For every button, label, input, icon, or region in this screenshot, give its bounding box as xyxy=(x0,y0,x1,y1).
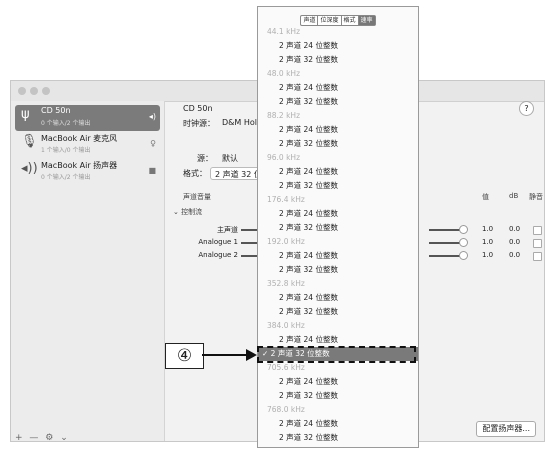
tab-format[interactable]: 格式 xyxy=(342,16,359,25)
sample-rate-header: 48.0 kHz xyxy=(267,69,301,78)
device-name: MacBook Air 扬声器 xyxy=(41,161,118,170)
sample-rate-header: 44.1 kHz xyxy=(267,27,301,36)
volume-slider-track[interactable] xyxy=(429,242,461,244)
device-io: 0 个输入/2 个输出 xyxy=(41,120,91,127)
sample-rate-header: 352.8 kHz xyxy=(267,279,305,288)
sample-rate-header: 768.0 kHz xyxy=(267,405,305,414)
db-header: dB xyxy=(509,192,519,200)
format-option[interactable]: 2 声道 32 位整数 xyxy=(258,137,418,151)
tab-bit-depth[interactable]: 位深度 xyxy=(318,16,342,25)
callout-arrow-icon xyxy=(246,349,257,361)
volume-header: 声道音量 xyxy=(183,193,211,201)
format-option[interactable]: 2 声道 32 位整数 xyxy=(258,53,418,67)
format-option[interactable]: 2 声道 32 位整数 xyxy=(258,179,418,193)
channel-db: 0.0 xyxy=(509,225,521,233)
device-item-cd50n[interactable]: ψ CD 50n 0 个输入/2 个输出 ◂) xyxy=(15,105,160,131)
channel-label: 主声道 xyxy=(217,226,238,234)
channel-db: 0.0 xyxy=(509,251,521,259)
sample-rate-header: 705.6 kHz xyxy=(267,363,305,372)
mute-checkbox[interactable] xyxy=(533,252,542,261)
channel-value: 1.0 xyxy=(482,238,494,246)
menu-sort-tabs: 声道 位深度 格式 速率 xyxy=(258,7,418,26)
format-option[interactable]: 2 声道 24 位整数 xyxy=(258,81,418,95)
volume-slider-knob[interactable] xyxy=(459,238,468,247)
tab-channels[interactable]: 声道 xyxy=(301,16,319,25)
format-option[interactable]: 2 声道 24 位整数 xyxy=(258,123,418,137)
sample-rate-header: 88.2 kHz xyxy=(267,111,301,120)
clock-source-label: 时钟源： xyxy=(183,119,215,128)
callout-highlight xyxy=(257,346,416,363)
sample-rate-header: 96.0 kHz xyxy=(267,153,301,162)
volume-slider-track[interactable] xyxy=(429,255,461,257)
channel-label: Analogue 1 xyxy=(198,238,238,246)
source-value: 默认 xyxy=(222,154,238,163)
format-option[interactable]: 2 声道 24 位整数 xyxy=(258,207,418,221)
format-option[interactable]: 2 声道 32 位整数 xyxy=(258,389,418,403)
format-option[interactable]: 2 声道 24 位整数 xyxy=(258,249,418,263)
format-option[interactable]: 2 声道 24 位整数 xyxy=(258,417,418,431)
channel-value: 1.0 xyxy=(482,225,494,233)
help-button[interactable]: ? xyxy=(519,101,534,116)
format-option[interactable]: 2 声道 24 位整数 xyxy=(258,39,418,53)
usb-icon: ψ xyxy=(21,107,30,122)
device-name: MacBook Air 麦克风 xyxy=(41,134,118,143)
value-header: 值 xyxy=(482,193,489,201)
channel-db: 0.0 xyxy=(509,238,521,246)
mute-header: 静音 xyxy=(529,193,543,201)
master-stream-disclosure[interactable]: ⌄ 控制流 xyxy=(173,207,202,217)
format-option[interactable]: 2 声道 24 位整数 xyxy=(258,165,418,179)
format-option[interactable]: 2 声道 32 位整数 xyxy=(258,221,418,235)
callout-number: ④ xyxy=(165,343,204,369)
sidebar-footer-controls[interactable]: + — ⚙ ⌄ xyxy=(15,433,70,443)
format-option[interactable]: 2 声道 24 位整数 xyxy=(258,375,418,389)
sample-rate-header: 176.4 kHz xyxy=(267,195,305,204)
channel-value: 1.0 xyxy=(482,251,494,259)
source-label: 源： xyxy=(197,154,213,163)
zoom-window-button[interactable] xyxy=(42,87,50,95)
mute-checkbox[interactable] xyxy=(533,226,542,235)
callout-arrow-line xyxy=(202,354,248,356)
device-item-mic[interactable]: 🎙 MacBook Air 麦克风 1 个输入/0 个输出 ♀ xyxy=(15,132,160,158)
format-option[interactable]: 2 声道 32 位整数 xyxy=(258,95,418,109)
format-select-value: 2 声道 32 位 xyxy=(215,170,262,179)
channel-label: Analogue 2 xyxy=(198,251,238,259)
device-name: CD 50n xyxy=(41,106,71,115)
master-stream-label: 控制流 xyxy=(181,208,203,216)
configure-speakers-button[interactable]: 配置扬声器... xyxy=(476,421,536,437)
device-sidebar: ψ CD 50n 0 个输入/2 个输出 ◂) 🎙 MacBook Air 麦克… xyxy=(11,101,165,443)
minimize-window-button[interactable] xyxy=(30,87,38,95)
device-io: 0 个输入/2 个输出 xyxy=(41,174,91,181)
format-option[interactable]: 2 声道 32 位整数 xyxy=(258,431,418,445)
tab-rate[interactable]: 速率 xyxy=(358,16,375,25)
volume-slider-knob[interactable] xyxy=(459,225,468,234)
speaker-icon: ◂) xyxy=(148,112,156,121)
volume-slider-track[interactable] xyxy=(429,229,461,231)
format-option[interactable]: 2 声道 24 位整数 xyxy=(258,333,418,347)
close-window-button[interactable] xyxy=(18,87,26,95)
format-label: 格式： xyxy=(183,169,207,178)
chat-icon: ■ xyxy=(148,166,156,175)
device-io: 1 个输入/0 个输出 xyxy=(41,147,91,154)
speaker-device-icon: ◂)) xyxy=(21,161,38,176)
format-option[interactable]: 2 声道 32 位整数 xyxy=(258,263,418,277)
mute-checkbox[interactable] xyxy=(533,239,542,248)
device-item-speaker[interactable]: ◂)) MacBook Air 扬声器 0 个输入/2 个输出 ■ xyxy=(15,159,160,185)
microphone-icon: 🎙 xyxy=(21,134,38,149)
sample-rate-header: 384.0 kHz xyxy=(267,321,305,330)
sample-rate-header: 192.0 kHz xyxy=(267,237,305,246)
format-option[interactable]: 2 声道 32 位整数 xyxy=(258,305,418,319)
volume-slider-knob[interactable] xyxy=(459,251,468,260)
format-option[interactable]: 2 声道 24 位整数 xyxy=(258,291,418,305)
device-title: CD 50n xyxy=(183,104,213,113)
microphone-small-icon: ♀ xyxy=(150,139,156,148)
format-popup-menu: 声道 位深度 格式 速率 44.1 kHz 2 声道 24 位整数 2 声道 32 位整数… xyxy=(257,6,419,448)
